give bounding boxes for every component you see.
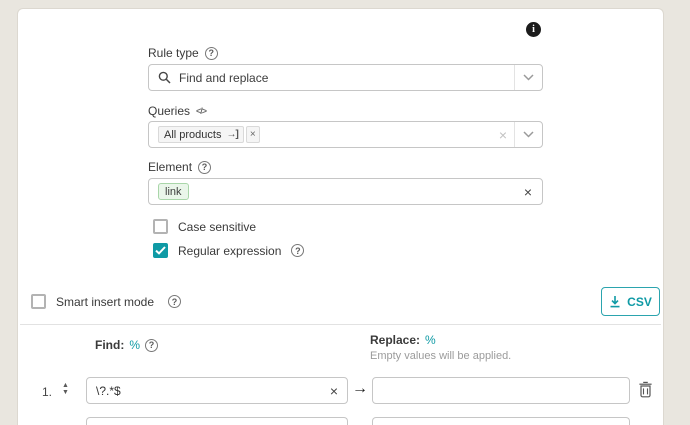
chevron-down-icon[interactable] — [515, 74, 542, 81]
replace-label: Replace: — [370, 333, 420, 347]
find-symbol: % — [129, 338, 140, 352]
queries-select[interactable]: All products →] × × — [148, 121, 543, 148]
replace-hint: Empty values will be applied. — [370, 350, 511, 362]
sort-down-icon: ▼ — [62, 390, 69, 396]
find-label: Find: — [95, 338, 124, 352]
insert-icon: →] — [226, 129, 237, 140]
code-icon: </> — [196, 106, 206, 116]
help-icon[interactable]: ? — [145, 339, 158, 352]
trash-icon[interactable] — [638, 381, 653, 401]
page: i Rule type ? Find and replace Queries <… — [0, 0, 690, 425]
find-header: Find: % ? — [95, 338, 158, 352]
element-input[interactable]: link × — [148, 178, 543, 205]
replace-inputbox — [372, 377, 630, 404]
chevron-down-icon[interactable] — [515, 131, 542, 138]
replace-symbol: % — [425, 333, 436, 347]
clear-element-icon[interactable]: × — [524, 185, 532, 199]
section-divider — [20, 324, 661, 325]
help-icon[interactable]: ? — [205, 47, 218, 60]
csv-download-button[interactable]: CSV — [601, 287, 660, 316]
rule-type-select[interactable]: Find and replace — [148, 64, 543, 91]
replace-inputbox-next[interactable] — [372, 417, 630, 425]
find-inputbox-next[interactable] — [86, 417, 348, 425]
smart-insert-label: Smart insert mode — [56, 295, 154, 309]
queries-label: Queries — [148, 104, 190, 118]
query-chip: All products →] × — [158, 126, 260, 143]
case-sensitive-label: Case sensitive — [178, 220, 256, 234]
regular-expression-checkbox[interactable] — [153, 243, 168, 258]
rule-type-value: Find and replace — [179, 71, 268, 85]
arrow-right-icon: → — [352, 380, 368, 398]
help-icon[interactable]: ? — [198, 161, 211, 174]
element-input-controls: × — [524, 179, 532, 204]
element-label: Element — [148, 160, 192, 174]
case-sensitive-row: Case sensitive — [153, 219, 256, 234]
element-chip: link — [158, 183, 189, 200]
rule-type-label: Rule type — [148, 46, 199, 60]
replace-header: Replace: % Empty values will be applied. — [370, 333, 511, 362]
case-sensitive-checkbox[interactable] — [153, 219, 168, 234]
regular-expression-label: Regular expression — [178, 244, 281, 258]
rule-type-label-row: Rule type ? — [148, 46, 218, 60]
query-chip-body: All products →] — [158, 126, 244, 143]
find-input[interactable] — [96, 384, 330, 398]
rule-type-select-controls — [507, 65, 542, 90]
search-icon — [158, 71, 171, 84]
help-icon[interactable]: ? — [291, 244, 304, 257]
clear-queries-icon[interactable]: × — [499, 128, 507, 142]
smart-insert-row: Smart insert mode ? — [31, 294, 181, 309]
download-icon — [609, 295, 621, 308]
queries-label-row: Queries </> — [148, 104, 206, 118]
chip-remove-icon[interactable]: × — [246, 126, 260, 143]
row-index: 1. — [42, 385, 52, 399]
smart-insert-checkbox[interactable] — [31, 294, 46, 309]
regular-expression-row: Regular expression ? — [153, 243, 304, 258]
csv-button-label: CSV — [627, 295, 652, 309]
replace-input[interactable] — [382, 384, 620, 398]
info-icon[interactable]: i — [526, 22, 541, 37]
drag-handle-icon[interactable]: ▲ ▼ — [62, 383, 69, 396]
queries-select-controls: × — [499, 122, 542, 147]
clear-find-icon[interactable]: × — [330, 384, 338, 398]
find-inputbox: × — [86, 377, 348, 404]
query-chip-label: All products — [164, 129, 221, 141]
element-label-row: Element ? — [148, 160, 211, 174]
help-icon[interactable]: ? — [168, 295, 181, 308]
